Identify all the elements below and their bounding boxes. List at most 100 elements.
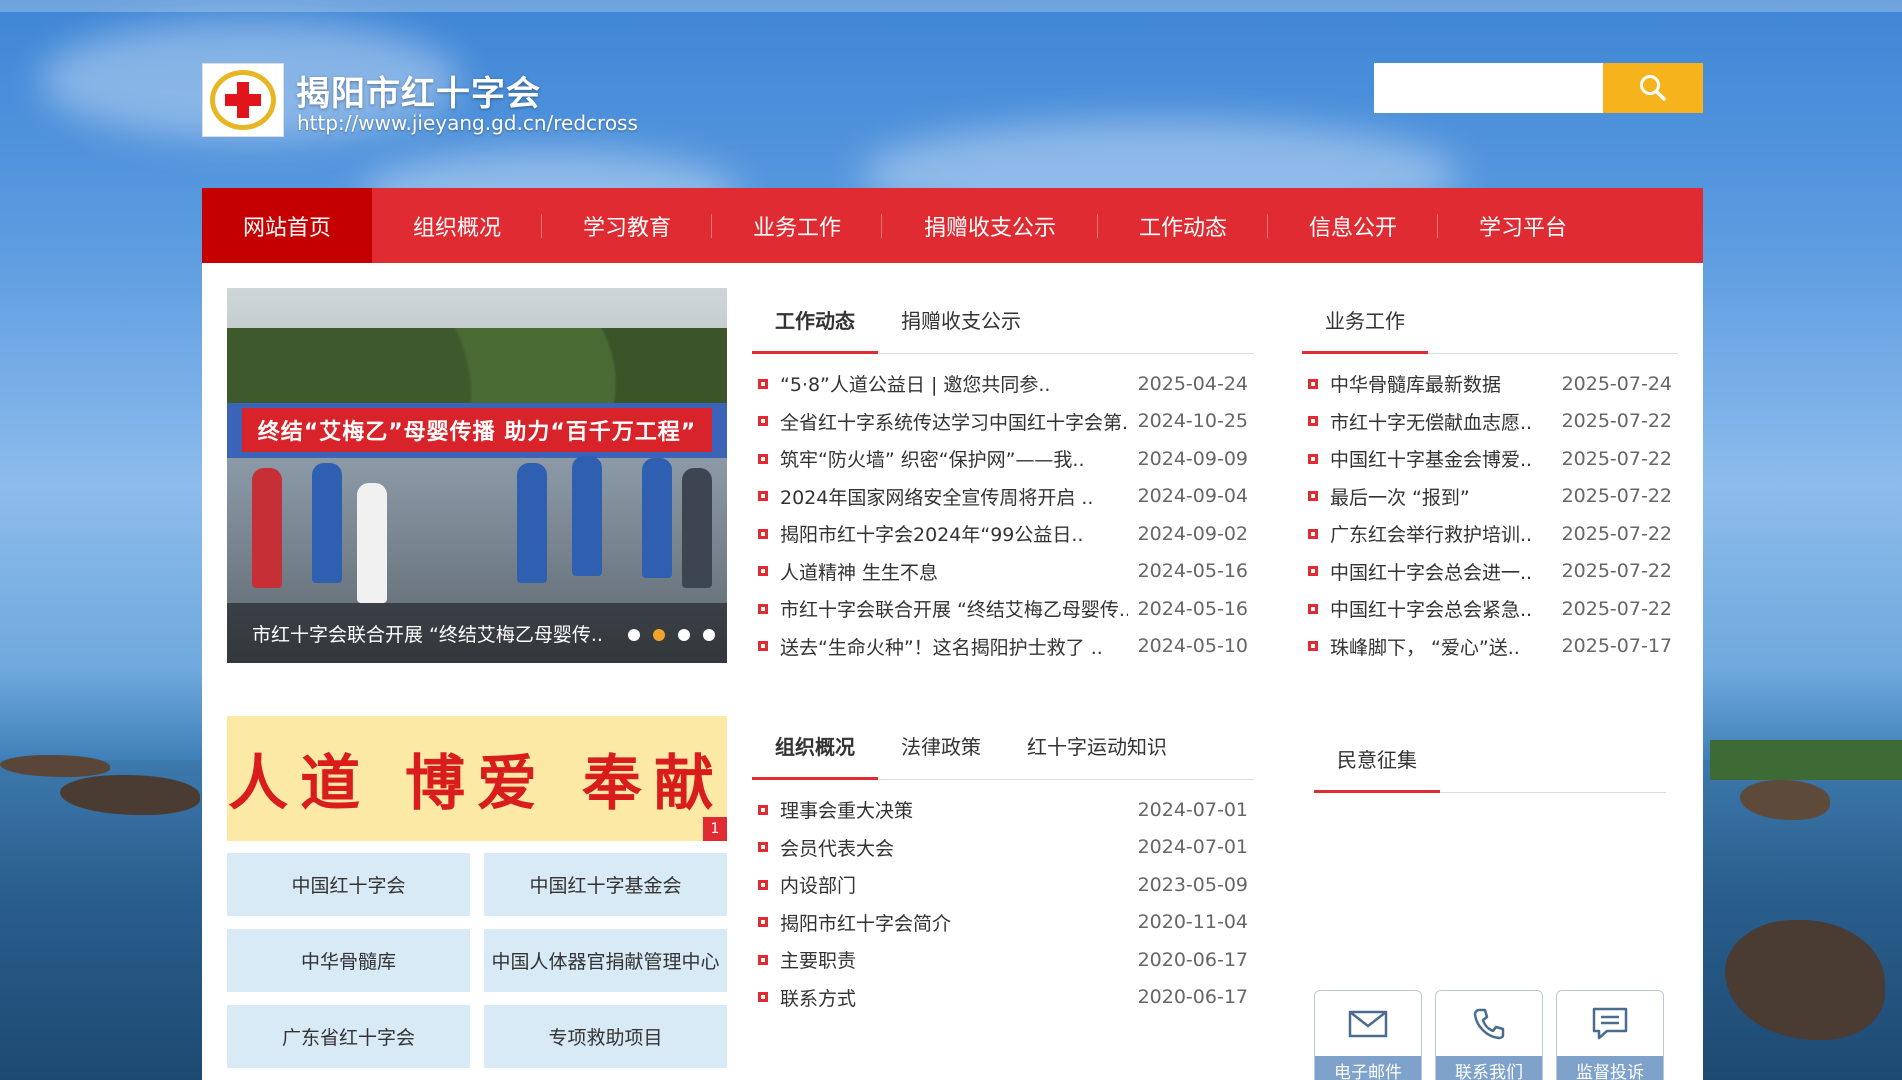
bullet-icon — [758, 416, 768, 427]
list-item[interactable]: 揭阳市红十字会2024年“99公益日.. 2024-09-02 — [752, 515, 1254, 553]
quick-links: 中国红十字会 中国红十字基金会 中华骨髓库 中国人体器官捐献管理中心 广东省红十… — [227, 853, 727, 1068]
nav-item-disclosure[interactable]: 信息公开 — [1268, 188, 1438, 263]
bullet-icon — [758, 566, 768, 577]
nav-item-organization[interactable]: 组织概况 — [372, 188, 542, 263]
red-cross-emblem-icon — [210, 70, 276, 130]
business-tabs: 业务工作 — [1302, 288, 1678, 354]
opinion-box: 民意征集 — [1314, 727, 1666, 793]
link-chinese-marrow-donor-program[interactable]: 中华骨髓库 — [227, 929, 470, 992]
email-label: 电子邮件 — [1315, 1056, 1421, 1080]
slogan-text: 人道 博爱 奉献 — [228, 749, 726, 819]
slide-person — [572, 456, 602, 576]
list-item[interactable]: 送去“生命火种”！这名揭阳护士救了 .. 2024-05-10 — [752, 628, 1254, 666]
list-item[interactable]: 揭阳市红十字会简介 2020-11-04 — [752, 904, 1254, 942]
bullet-icon — [1308, 641, 1318, 652]
slide-person — [517, 463, 547, 583]
search-icon — [1640, 75, 1666, 101]
tab-organization-overview[interactable]: 组织概况 — [752, 731, 878, 780]
slogan-banner[interactable]: 人道 博爱 奉献 1 — [227, 716, 727, 841]
list-item[interactable]: 理事会重大决策 2024-07-01 — [752, 791, 1254, 829]
list-item[interactable]: 中国红十字会总会进一.. 2025-07-22 — [1302, 553, 1678, 591]
list-item[interactable]: 2024年国家网络安全宣传周将开启 .. 2024-09-04 — [752, 478, 1254, 516]
list-item[interactable]: 珠峰脚下， “爱心”送.. 2025-07-17 — [1302, 628, 1678, 666]
bullet-icon — [758, 842, 768, 853]
slide-person — [682, 468, 712, 588]
list-item[interactable]: 市红十字会联合开展 “终结艾梅乙母婴传.. 2024-05-16 — [752, 590, 1254, 628]
opinion-tabs: 民意征集 — [1314, 727, 1666, 793]
list-item[interactable]: 主要职责 2020-06-17 — [752, 941, 1254, 979]
news-list: “5·8”人道公益日 | 邀您共同参.. 2025-04-24 全省红十字系统传达… — [752, 365, 1254, 665]
slider-dot[interactable] — [703, 629, 715, 641]
organization-tabs: 组织概况 法律政策 红十字运动知识 — [752, 714, 1254, 780]
tab-donation-disclosure[interactable]: 捐赠收支公示 — [878, 305, 1044, 353]
list-item[interactable]: 市红十字无偿献血志愿.. 2025-07-22 — [1302, 403, 1678, 441]
tab-business-work[interactable]: 业务工作 — [1302, 305, 1428, 354]
search-button[interactable] — [1603, 63, 1703, 113]
organization-box: 组织概况 法律政策 红十字运动知识 理事会重大决策 2024-07-01 会员代表… — [752, 714, 1254, 1016]
news-box: 工作动态 捐赠收支公示 “5·8”人道公益日 | 邀您共同参.. 2025-04-… — [752, 288, 1254, 665]
slide-banner-text: 终结“艾梅乙”母婴传播 助力“百千万工程” — [242, 408, 712, 452]
bullet-icon — [758, 453, 768, 464]
bullet-icon — [1308, 566, 1318, 577]
list-item[interactable]: 中国红十字会总会紧急.. 2025-07-22 — [1302, 590, 1678, 628]
link-china-red-cross-foundation[interactable]: 中国红十字基金会 — [484, 853, 727, 916]
list-item[interactable]: 人道精神 生生不息 2024-05-16 — [752, 553, 1254, 591]
bullet-icon — [758, 603, 768, 614]
tab-work-news[interactable]: 工作动态 — [752, 305, 878, 354]
bullet-icon — [758, 992, 768, 1003]
slide-person — [312, 463, 342, 583]
tab-laws-policies[interactable]: 法律政策 — [878, 731, 1004, 779]
organization-list: 理事会重大决策 2024-07-01 会员代表大会 2024-07-01 内设部门 2… — [752, 791, 1254, 1016]
message-icon — [1592, 1007, 1628, 1040]
bullet-icon — [758, 528, 768, 539]
background-shore — [1710, 740, 1902, 780]
logo[interactable] — [202, 63, 284, 137]
bullet-icon — [1308, 416, 1318, 427]
link-red-cross-society-of-china[interactable]: 中国红十字会 — [227, 853, 470, 916]
link-organ-donation-center[interactable]: 中国人体器官捐献管理中心 — [484, 929, 727, 992]
link-guangdong-red-cross[interactable]: 广东省红十字会 — [227, 1005, 470, 1068]
list-item[interactable]: 中华骨髓库最新数据 2025-07-24 — [1302, 365, 1678, 403]
list-item[interactable]: 内设部门 2023-05-09 — [752, 866, 1254, 904]
nav-item-learning-platform[interactable]: 学习平台 — [1438, 188, 1608, 263]
main-nav: 网站首页 组织概况 学习教育 业务工作 捐赠收支公示 工作动态 信息公开 学习平… — [202, 188, 1703, 263]
complaint-button[interactable]: 监督投诉 — [1556, 990, 1664, 1080]
business-list: 中华骨髓库最新数据 2025-07-24 市红十字无偿献血志愿.. 2025-07-… — [1302, 365, 1678, 665]
envelope-icon — [1348, 1010, 1388, 1038]
nav-item-news[interactable]: 工作动态 — [1098, 188, 1268, 263]
list-item[interactable]: 广东红会举行救护培训.. 2025-07-22 — [1302, 515, 1678, 553]
tab-red-cross-knowledge[interactable]: 红十字运动知识 — [1004, 731, 1190, 779]
slider-dot-active[interactable] — [653, 629, 665, 641]
email-button[interactable]: 电子邮件 — [1314, 990, 1422, 1080]
list-item[interactable]: 筑牢“防火墙” 织密“保护网”——我.. 2024-09-09 — [752, 440, 1254, 478]
nav-item-donations[interactable]: 捐赠收支公示 — [882, 188, 1098, 263]
contact-us-button[interactable]: 联系我们 — [1435, 990, 1543, 1080]
list-item[interactable]: 联系方式 2020-06-17 — [752, 979, 1254, 1017]
list-item[interactable]: “5·8”人道公益日 | 邀您共同参.. 2025-04-24 — [752, 365, 1254, 403]
banner-page-badge[interactable]: 1 — [703, 817, 727, 841]
news-tabs: 工作动态 捐赠收支公示 — [752, 288, 1254, 354]
bullet-icon — [1308, 378, 1318, 389]
bullet-icon — [1308, 453, 1318, 464]
nav-item-business[interactable]: 业务工作 — [712, 188, 882, 263]
site-title: 揭阳市红十字会 — [296, 74, 541, 114]
link-special-relief-projects[interactable]: 专项救助项目 — [484, 1005, 727, 1068]
search-input[interactable] — [1374, 63, 1603, 113]
news-slider[interactable]: 终结“艾梅乙”母婴传播 助力“百千万工程” 市红十字会联合开展 “终结艾梅乙母婴… — [227, 288, 727, 663]
list-item[interactable]: 全省红十字系统传达学习中国红十字会第.. 2024-10-25 — [752, 403, 1254, 441]
contact-us-label: 联系我们 — [1436, 1056, 1542, 1080]
site-url: http://www.jieyang.gd.cn/redcross — [297, 111, 638, 135]
list-item[interactable]: 最后一次 “报到” 2025-07-22 — [1302, 478, 1678, 516]
bullet-icon — [758, 641, 768, 652]
nav-item-home[interactable]: 网站首页 — [202, 188, 372, 263]
bullet-icon — [758, 804, 768, 815]
tab-public-opinion[interactable]: 民意征集 — [1314, 744, 1440, 793]
nav-item-study[interactable]: 学习教育 — [542, 188, 712, 263]
slider-dots — [628, 629, 715, 641]
slider-dot[interactable] — [628, 629, 640, 641]
list-item[interactable]: 中国红十字基金会博爱.. 2025-07-22 — [1302, 440, 1678, 478]
top-strip — [0, 0, 1902, 12]
slider-dot[interactable] — [678, 629, 690, 641]
bullet-icon — [1308, 491, 1318, 502]
list-item[interactable]: 会员代表大会 2024-07-01 — [752, 829, 1254, 867]
